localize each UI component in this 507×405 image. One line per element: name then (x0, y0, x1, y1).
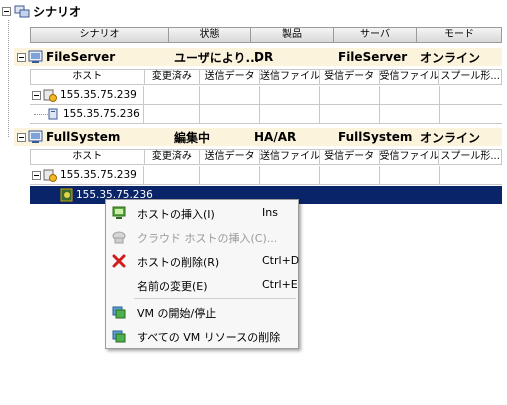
delete-x-icon (112, 254, 126, 268)
col-product[interactable]: 製品 (251, 28, 334, 42)
host-label: 155.35.75.236 (63, 108, 140, 120)
col-server[interactable]: サーバ (334, 28, 417, 42)
table-row[interactable]: 155.35.75.236 (30, 105, 502, 124)
scenario-icon (28, 50, 43, 63)
host-label: 155.35.75.239 (60, 89, 137, 101)
host-col-sent-files[interactable]: 送信ファイル (260, 150, 320, 164)
col-status[interactable]: 状態 (169, 28, 251, 42)
vm-start-stop-icon (112, 306, 126, 319)
col-mode[interactable]: モード (417, 28, 501, 42)
scenario-group-icon (14, 5, 30, 18)
scenario-name: FullSystem (46, 130, 121, 144)
master-host-icon (43, 89, 57, 102)
scenario-mode: オンライン (420, 50, 481, 65)
host-col-recv-data[interactable]: 受信データ (320, 150, 380, 164)
scenario-status: ユーザにより... (174, 50, 260, 65)
host-col-recv-files[interactable]: 受信ファイル (380, 70, 440, 84)
scenario-status: 編集中 (174, 130, 211, 145)
scenario-mode: オンライン (420, 130, 481, 145)
menu-item-insert-cloud-host[interactable]: クラウド ホストの挿入(C)... (106, 226, 298, 248)
host-grid: 155.35.75.239 (30, 166, 502, 185)
host-col-spool[interactable]: スプール形... (439, 70, 501, 84)
collapse-icon[interactable] (2, 6, 11, 16)
host-col-sent-data[interactable]: 送信データ (200, 150, 261, 164)
tree-root[interactable]: シナリオ (2, 2, 81, 20)
host-label: 155.35.75.239 (60, 169, 137, 181)
host-grid-header: ホスト 変更済み 送信データ 送信ファイル 受信データ 受信ファイル スプール形… (30, 69, 502, 85)
host-insert-icon (112, 206, 126, 219)
context-menu: ホストの挿入(I) Ins クラウド ホストの挿入(C)... ホストの削除(R… (105, 199, 299, 349)
host-grid: 155.35.75.239 155.35.75.236 (30, 86, 502, 124)
collapse-icon[interactable] (17, 52, 26, 62)
table-row[interactable]: 155.35.75.239 (30, 86, 502, 105)
root-label: シナリオ (33, 4, 82, 19)
replica-host-icon (60, 188, 73, 202)
scenario-server: FileServer (338, 50, 408, 64)
host-col-sent-data[interactable]: 送信データ (200, 70, 261, 84)
host-col-recv-data[interactable]: 受信データ (320, 70, 380, 84)
menu-item-delete-host[interactable]: ホストの削除(R) Ctrl+D (106, 250, 299, 272)
host-grid-header: ホスト 変更済み 送信データ 送信ファイル 受信データ 受信ファイル スプール形… (30, 149, 502, 165)
host-col-host[interactable]: ホスト (31, 70, 145, 84)
master-host-icon (43, 169, 57, 182)
collapse-icon[interactable] (17, 132, 26, 142)
collapse-icon[interactable] (32, 90, 41, 100)
table-row[interactable]: 155.35.75.239 (30, 166, 502, 185)
scenario-product: HA/AR (254, 130, 297, 144)
host-col-spool[interactable]: スプール形... (439, 150, 501, 164)
scenario-name: FileServer (46, 50, 116, 64)
host-col-recv-files[interactable]: 受信ファイル (380, 150, 440, 164)
scenario-server: FullSystem (338, 130, 413, 144)
menu-separator (134, 298, 296, 299)
col-scenario[interactable]: シナリオ (31, 28, 169, 42)
collapse-icon[interactable] (32, 170, 41, 180)
scenario-icon (28, 130, 43, 143)
menu-item-insert-host[interactable]: ホストの挿入(I) Ins (106, 202, 298, 224)
column-header: シナリオ 状態 製品 サーバ モード (30, 27, 502, 43)
menu-item-vm-start-stop[interactable]: VM の開始/停止 (106, 301, 298, 323)
scenario-product: DR (254, 50, 274, 64)
host-col-changed[interactable]: 変更済み (145, 150, 201, 164)
host-col-sent-files[interactable]: 送信ファイル (260, 70, 320, 84)
scenario-row[interactable]: FileServer ユーザにより... DR FileServer オンライン (14, 48, 502, 66)
host-col-changed[interactable]: 変更済み (145, 70, 201, 84)
menu-item-rename[interactable]: 名前の変更(E) Ctrl+E (106, 274, 298, 296)
scenario-row[interactable]: FullSystem 編集中 HA/AR FullSystem オンライン (14, 128, 502, 146)
menu-item-delete-all-vm-resources[interactable]: すべての VM リソースの削除 (106, 325, 298, 347)
cloud-host-icon (112, 231, 126, 244)
replica-host-icon (48, 108, 58, 120)
host-col-host[interactable]: ホスト (31, 150, 145, 164)
vm-delete-resources-icon (112, 330, 126, 343)
